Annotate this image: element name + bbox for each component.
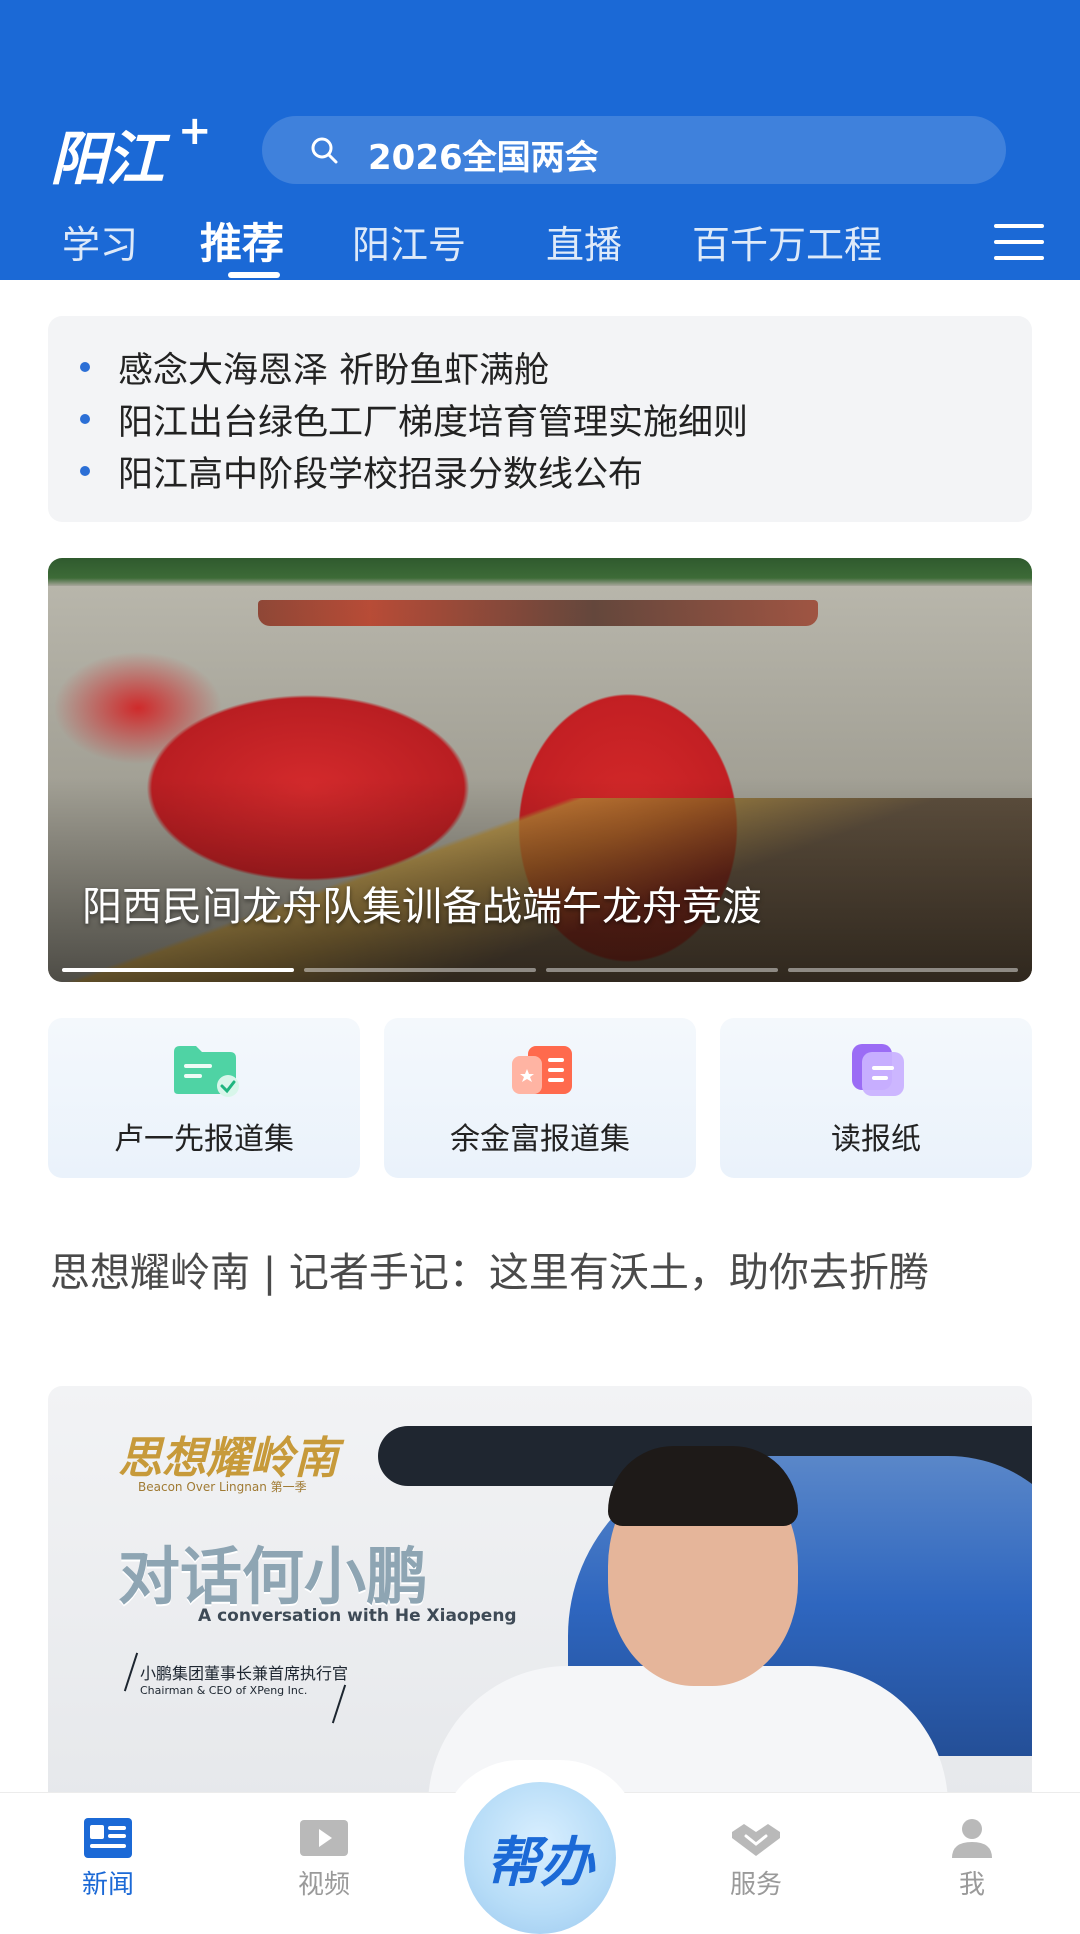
- cover-role-en: Chairman & CEO of XPeng Inc.: [140, 1684, 308, 1697]
- headline-bullet: [80, 414, 90, 424]
- newspaper-star-icon: [512, 1046, 572, 1094]
- search-hot-text: 2026全国两会: [368, 138, 599, 178]
- tab-recommend[interactable]: 推荐: [200, 210, 284, 271]
- help-button[interactable]: 帮办: [464, 1782, 616, 1934]
- cover-brand-subtitle: Beacon Over Lingnan 第一季: [138, 1480, 307, 1494]
- channel-tabs: 学习 推荐 阳江号 直播 百千万工程: [0, 210, 1080, 280]
- banner-photo-boat: [258, 600, 818, 626]
- headline-bullet: [80, 362, 90, 372]
- carousel-dot-active: [62, 968, 294, 972]
- app-logo[interactable]: 阳江: [50, 112, 164, 196]
- tab-study[interactable]: 学习: [62, 214, 138, 269]
- quick-card-yu-jinfu[interactable]: 余金富报道集: [384, 1018, 696, 1178]
- menu-icon[interactable]: [994, 224, 1044, 264]
- carousel-indicator: [62, 968, 1018, 972]
- quick-card-label: 读报纸: [831, 1122, 921, 1157]
- search-icon: [311, 137, 338, 164]
- cover-person-hair: [608, 1446, 798, 1526]
- handshake-icon: [732, 1824, 780, 1856]
- cover-brand-logo: 思想耀岭南: [118, 1433, 338, 1484]
- nav-label: 视频: [297, 1870, 350, 1900]
- nav-news[interactable]: 新闻: [48, 1816, 168, 1901]
- document-stack-icon: [852, 1044, 904, 1096]
- cover-role: 小鹏集团董事长兼首席执行官: [140, 1664, 349, 1683]
- cover-headline-en: A conversation with He Xiaopeng: [198, 1606, 517, 1626]
- headline-list: 感念大海恩泽 祈盼鱼虾满舱 阳江出台绿色工厂梯度培育管理实施细则 阳江高中阶段学…: [48, 316, 1032, 522]
- cover-headline: 对话何小鹏: [118, 1540, 429, 1613]
- nav-label: 新闻: [81, 1870, 134, 1900]
- headline-bullet: [80, 466, 90, 476]
- cover-divider: [123, 1652, 139, 1692]
- nav-label: 我: [958, 1870, 985, 1900]
- quick-card-lu-yixian[interactable]: 卢一先报道集: [48, 1018, 360, 1178]
- app-header: 阳江 + 2026全国两会 学习 推荐 阳江号 直播 百千万工程: [0, 0, 1080, 280]
- cover-divider: [331, 1684, 347, 1724]
- headline-item[interactable]: 阳江高中阶段学校招录分数线公布: [118, 446, 643, 497]
- headline-item[interactable]: 阳江出台绿色工厂梯度培育管理实施细则: [118, 394, 748, 445]
- active-tab-indicator: [228, 272, 280, 278]
- headline-item[interactable]: 感念大海恩泽 祈盼鱼虾满舱: [118, 342, 549, 393]
- quick-card-label: 卢一先报道集: [114, 1122, 294, 1157]
- nav-video[interactable]: 视频: [264, 1816, 384, 1901]
- user-icon: [952, 1819, 992, 1858]
- quick-card-label: 余金富报道集: [450, 1122, 630, 1157]
- nav-me[interactable]: 我: [912, 1816, 1032, 1901]
- video-icon: [300, 1820, 348, 1856]
- news-icon: [84, 1818, 132, 1858]
- carousel-dot: [788, 968, 1018, 972]
- tab-yangjiang-hao[interactable]: 阳江号: [352, 214, 466, 269]
- quick-card-read-newspaper[interactable]: 读报纸: [720, 1018, 1032, 1178]
- nav-label: 服务: [729, 1870, 782, 1900]
- folder-check-icon: [174, 1046, 239, 1097]
- tab-live[interactable]: 直播: [546, 214, 622, 269]
- carousel-dot: [546, 968, 778, 972]
- banner-caption: 阳西民间龙舟队集训备战端午龙舟竞渡: [82, 884, 762, 930]
- app-logo-plus: +: [178, 108, 212, 154]
- help-button-label: 帮办: [486, 1830, 594, 1894]
- search-bar[interactable]: 2026全国两会: [262, 116, 1006, 184]
- nav-service[interactable]: 服务: [696, 1816, 816, 1901]
- article-title[interactable]: 思想耀岭南 | 记者手记：这里有沃土，助你去折腾: [50, 1246, 1030, 1300]
- banner-carousel[interactable]: 阳西民间龙舟队集训备战端午龙舟竞渡: [48, 558, 1032, 982]
- tab-baiqianwan[interactable]: 百千万工程: [692, 214, 882, 269]
- article-cover-image[interactable]: 思想耀岭南 Beacon Over Lingnan 第一季 对话何小鹏 A co…: [48, 1386, 1032, 1806]
- carousel-dot: [304, 968, 536, 972]
